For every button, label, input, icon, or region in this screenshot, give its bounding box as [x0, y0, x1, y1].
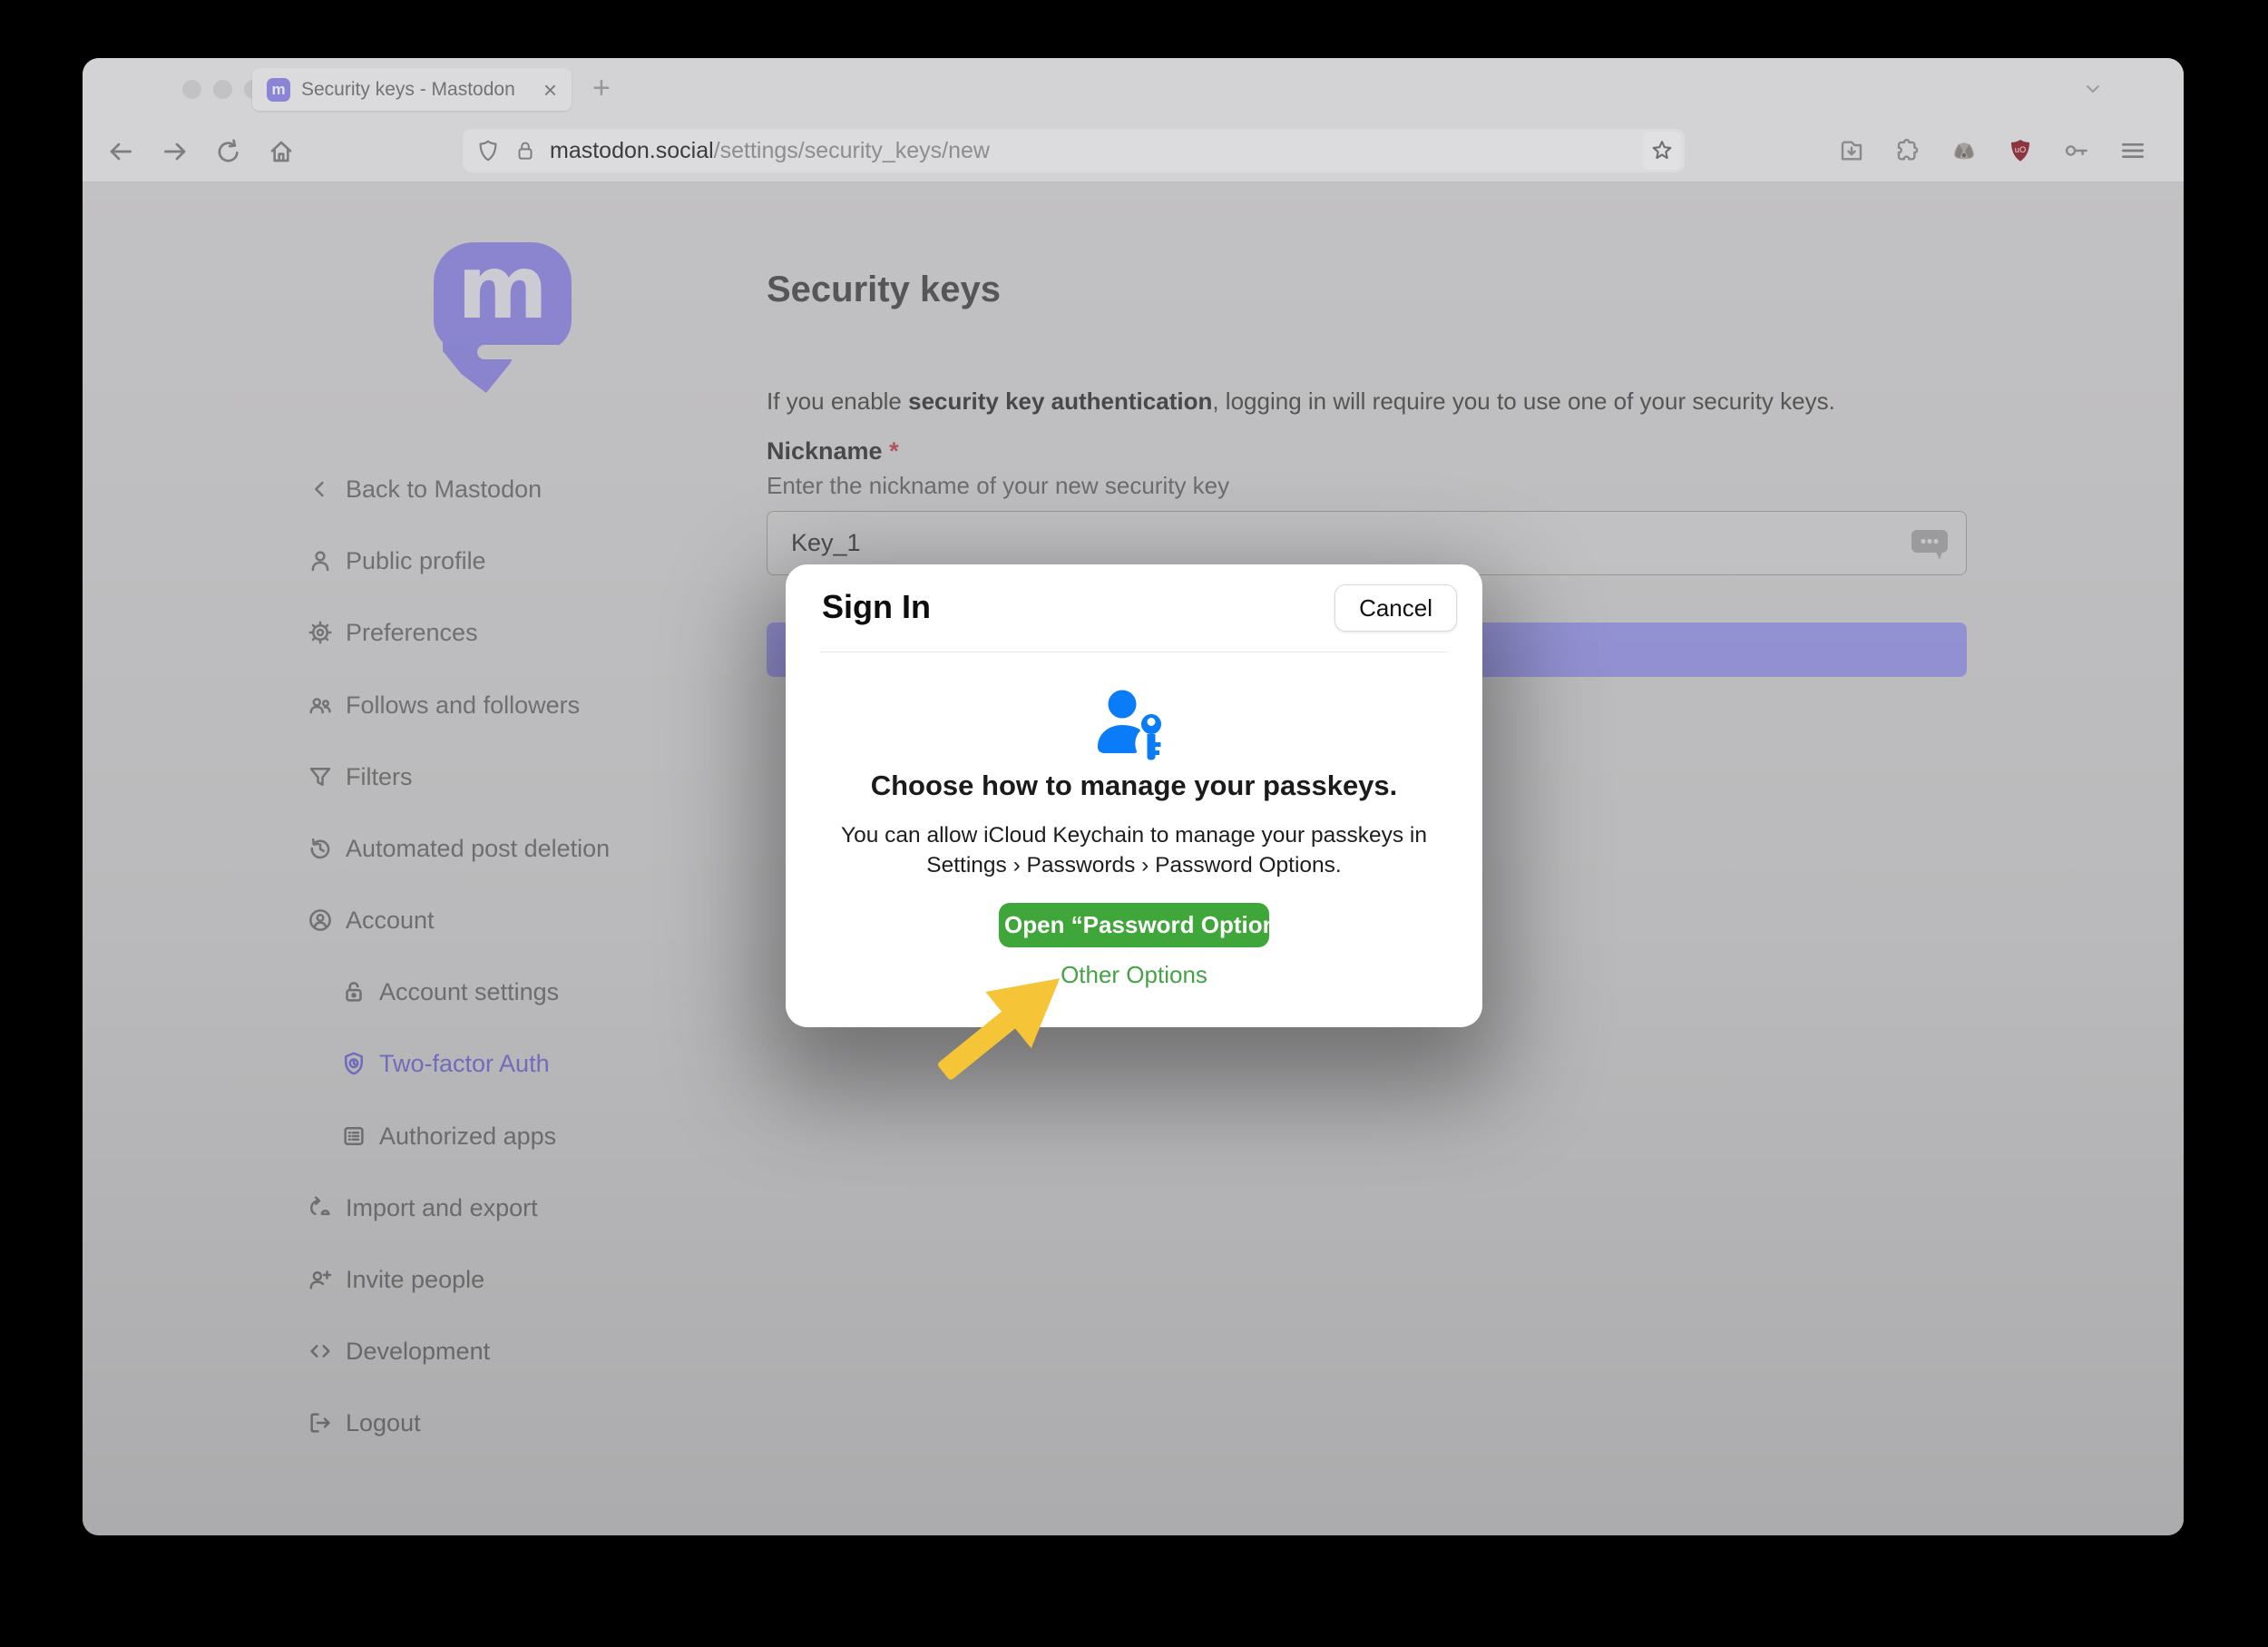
history-clock-icon [306, 834, 335, 863]
intro-text: If you enable security key authenticatio… [767, 387, 1835, 416]
back-button[interactable] [104, 135, 137, 168]
sidebar-item-back-to-mastodon[interactable]: Back to Mastodon [306, 469, 542, 509]
list-all-tabs-chevron-icon[interactable] [2079, 78, 2107, 100]
sidebar-item-development[interactable]: Development [306, 1331, 490, 1371]
sidebar-item-label: Filters [346, 763, 413, 791]
input-suggestion-bubble-icon[interactable] [1910, 527, 1951, 562]
passkey-sign-in-dialog: Sign In Cancel Choose how to manage your… [786, 564, 1482, 1027]
toolbar-extension-icons: uO [1833, 132, 2151, 169]
sidebar-item-invite-people[interactable]: Invite people [306, 1260, 484, 1299]
home-button[interactable] [265, 135, 298, 168]
sidebar-item-label: Development [346, 1338, 490, 1366]
gear-icon [306, 618, 335, 647]
tab-strip: m Security keys - Mastodon × + [83, 58, 2184, 120]
list-icon [339, 1122, 368, 1151]
tab-title: Security keys - Mastodon [301, 79, 533, 101]
lock-icon [339, 977, 368, 1006]
lock-icon[interactable] [513, 138, 537, 163]
sidebar-item-label: Automated post deletion [346, 835, 610, 863]
nickname-hint: Enter the nickname of your new security … [767, 472, 1229, 500]
sidebar-item-preferences[interactable]: Preferences [306, 613, 478, 652]
privacy-badger-icon[interactable] [1946, 132, 1982, 169]
tracking-shield-icon[interactable] [475, 138, 501, 163]
other-options-link[interactable]: Other Options [786, 961, 1482, 989]
page-content: m Back to Mastodon Public profile Prefer… [83, 182, 2184, 1535]
dialog-heading: Choose how to manage your passkeys. [786, 770, 1482, 802]
person-icon [306, 546, 335, 575]
close-tab-icon[interactable]: × [543, 78, 557, 102]
sidebar-item-label: Public profile [346, 547, 486, 575]
person-plus-icon [306, 1265, 335, 1294]
mastodon-favicon-icon: m [267, 78, 290, 102]
window-controls [182, 80, 263, 99]
person-circle-icon [306, 906, 335, 935]
browser-tab[interactable]: m Security keys - Mastodon × [252, 68, 572, 111]
extensions-puzzle-icon[interactable] [1890, 132, 1926, 169]
sidebar-item-public-profile[interactable]: Public profile [306, 541, 486, 581]
sidebar-item-label: Account settings [379, 978, 559, 1006]
code-icon [306, 1337, 335, 1366]
sidebar-item-label: Two-factor Auth [379, 1050, 550, 1078]
cancel-button[interactable]: Cancel [1334, 584, 1457, 632]
shield-clock-icon [339, 1049, 368, 1078]
minimize-window-button[interactable] [213, 80, 232, 99]
sidebar-item-account[interactable]: Account [306, 900, 435, 940]
sidebar-item-logout[interactable]: Logout [306, 1403, 421, 1443]
nickname-label: Nickname * [767, 437, 899, 466]
url-text: mastodon.social/settings/security_keys/n… [550, 138, 990, 164]
browser-toolbar: mastodon.social/settings/security_keys/n… [83, 120, 2184, 182]
sidebar-item-label: Logout [346, 1409, 421, 1437]
sidebar-item-automated-post-deletion[interactable]: Automated post deletion [306, 828, 610, 868]
new-tab-button[interactable]: + [592, 71, 611, 106]
sidebar-item-label: Import and export [346, 1194, 538, 1222]
sidebar-item-label: Account [346, 907, 435, 935]
sidebar-item-label: Authorized apps [379, 1123, 556, 1151]
open-password-options-button[interactable]: Open “Password Options” [999, 903, 1269, 947]
url-bar[interactable]: mastodon.social/settings/security_keys/n… [463, 129, 1685, 172]
browser-window: m Security keys - Mastodon × + [83, 58, 2184, 1535]
downloads-icon[interactable] [1833, 132, 1870, 169]
required-asterisk: * [889, 437, 899, 465]
mastodon-logo-icon: m [434, 242, 572, 395]
close-window-button[interactable] [182, 80, 201, 99]
sidebar-item-label: Preferences [346, 619, 478, 647]
password-key-icon[interactable] [2058, 132, 2095, 169]
sidebar-item-two-factor-auth[interactable]: Two-factor Auth [339, 1044, 550, 1083]
sidebar-item-import-and-export[interactable]: Import and export [306, 1188, 538, 1228]
sidebar-item-label: Back to Mastodon [346, 475, 542, 504]
page-title: Security keys [767, 270, 1001, 310]
forward-button[interactable] [159, 135, 191, 168]
svg-text:uO: uO [2015, 145, 2026, 154]
sidebar-item-authorized-apps[interactable]: Authorized apps [339, 1116, 556, 1156]
sidebar-item-account-settings[interactable]: Account settings [339, 972, 559, 1012]
ublock-origin-icon[interactable]: uO [2002, 132, 2038, 169]
sidebar-item-follows-and-followers[interactable]: Follows and followers [306, 685, 580, 725]
hamburger-menu-icon[interactable] [2115, 132, 2151, 169]
sidebar-item-label: Invite people [346, 1266, 484, 1294]
people-group-icon [306, 691, 335, 720]
passkey-person-key-icon [1089, 688, 1179, 764]
funnel-icon [306, 762, 335, 791]
logout-icon [306, 1408, 335, 1437]
import-export-icon [306, 1193, 335, 1222]
sidebar-item-filters[interactable]: Filters [306, 757, 413, 797]
sidebar-item-label: Follows and followers [346, 691, 580, 720]
dialog-title: Sign In [822, 588, 931, 626]
chevron-left-icon [306, 475, 335, 504]
dialog-body-text: You can allow iCloud Keychain to manage … [786, 820, 1482, 880]
reload-button[interactable] [212, 135, 245, 168]
bookmark-star-button[interactable] [1643, 132, 1681, 170]
